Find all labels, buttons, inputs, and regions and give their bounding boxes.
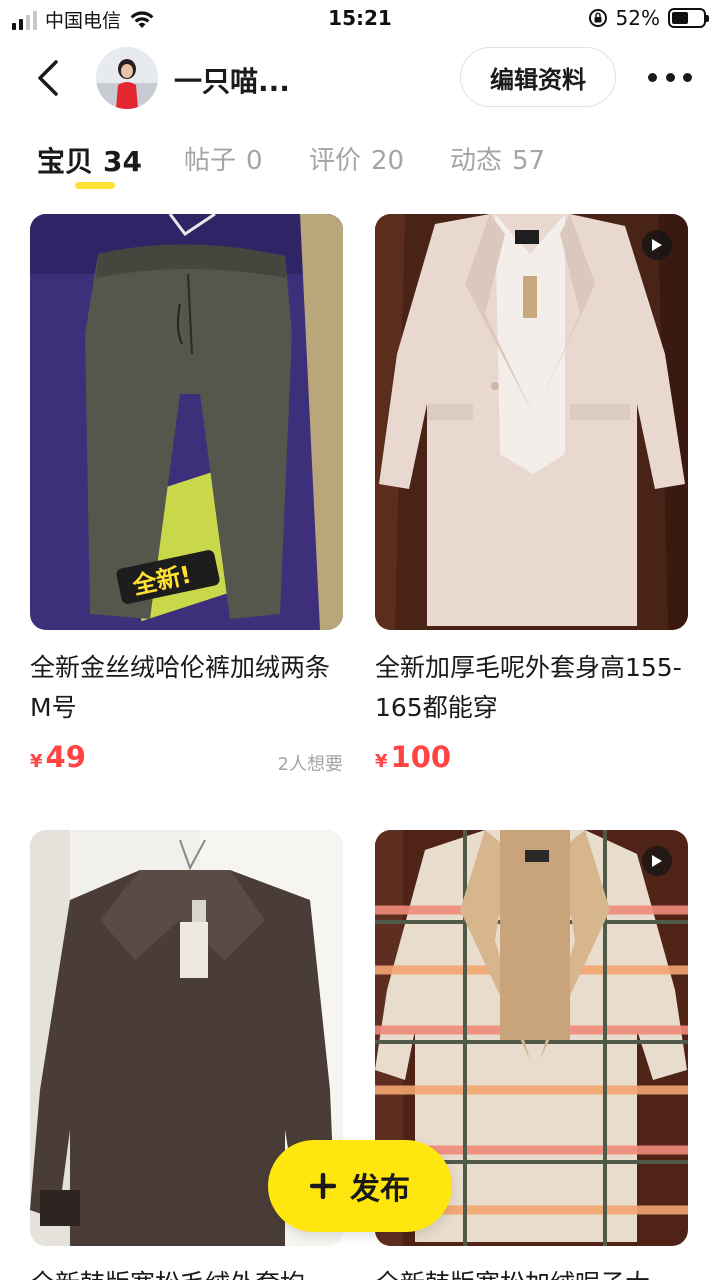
more-dots-icon[interactable] [648,62,692,92]
tab-label: 动态 [450,146,503,176]
profile-page: 中国电信 15:21 52% 一只喵... 编辑资料 宝贝 34 帖子 0 评价… [0,0,720,1280]
publish-button[interactable]: 发布 [268,1140,452,1232]
product-price: ¥100 [375,740,452,774]
product-card[interactable]: 全新! 全新金丝绒哈伦裤加绒两条M号 ¥49 2人想要 [30,214,343,780]
publish-label: 发布 [350,1172,410,1207]
profile-tabs: 宝贝 34 帖子 0 评价 20 动态 57 [0,132,720,198]
product-title: 全新金丝绒哈伦裤加绒两条M号 [30,653,331,722]
edit-profile-button[interactable]: 编辑资料 [460,47,616,107]
tab-items[interactable]: 宝贝 34 [37,140,142,180]
chevron-left-icon [38,60,58,96]
product-meta: ¥100 [375,740,688,780]
battery-icon [668,8,709,28]
tab-count: 57 [512,146,546,176]
status-right: 52% [588,6,709,30]
plus-icon [310,1173,336,1199]
product-title: 全新加厚毛呢外套身高155-165都能穿 [375,653,682,722]
video-icon [642,230,672,260]
battery-percent: 52% [615,6,660,30]
tab-count: 20 [371,146,405,176]
tab-activity[interactable]: 动态 57 [450,140,545,177]
product-meta: ¥49 2人想要 [30,740,343,780]
back-button[interactable] [26,56,70,100]
tab-label: 帖子 [184,146,237,176]
product-image [375,214,688,630]
product-image: 全新! [30,214,343,630]
tab-posts[interactable]: 帖子 0 [184,140,263,177]
orientation-lock-icon [588,9,607,27]
wants-count: 2人想要 [277,754,343,775]
tab-reviews[interactable]: 评价 20 [309,140,404,177]
tab-label: 评价 [309,146,362,176]
username[interactable]: 一只喵... [174,60,290,100]
header: 一只喵... 编辑资料 [0,42,720,114]
product-title: 全新韩版宽松毛绒外套均 [30,1264,343,1280]
avatar[interactable] [96,47,158,109]
video-icon [642,846,672,876]
battery-fill [672,12,688,24]
product-price: ¥49 [30,740,86,774]
tab-label: 宝贝 [37,145,94,178]
status-bar: 中国电信 15:21 52% [0,0,720,38]
tab-count: 0 [246,146,263,176]
active-tab-indicator [75,182,115,189]
avatar-image [96,47,158,109]
product-card[interactable]: 全新加厚毛呢外套身高155-165都能穿 ¥100 [375,214,688,780]
product-title: 全新韩版宽松加绒呢子大 [375,1264,688,1280]
tab-count: 34 [103,145,142,178]
